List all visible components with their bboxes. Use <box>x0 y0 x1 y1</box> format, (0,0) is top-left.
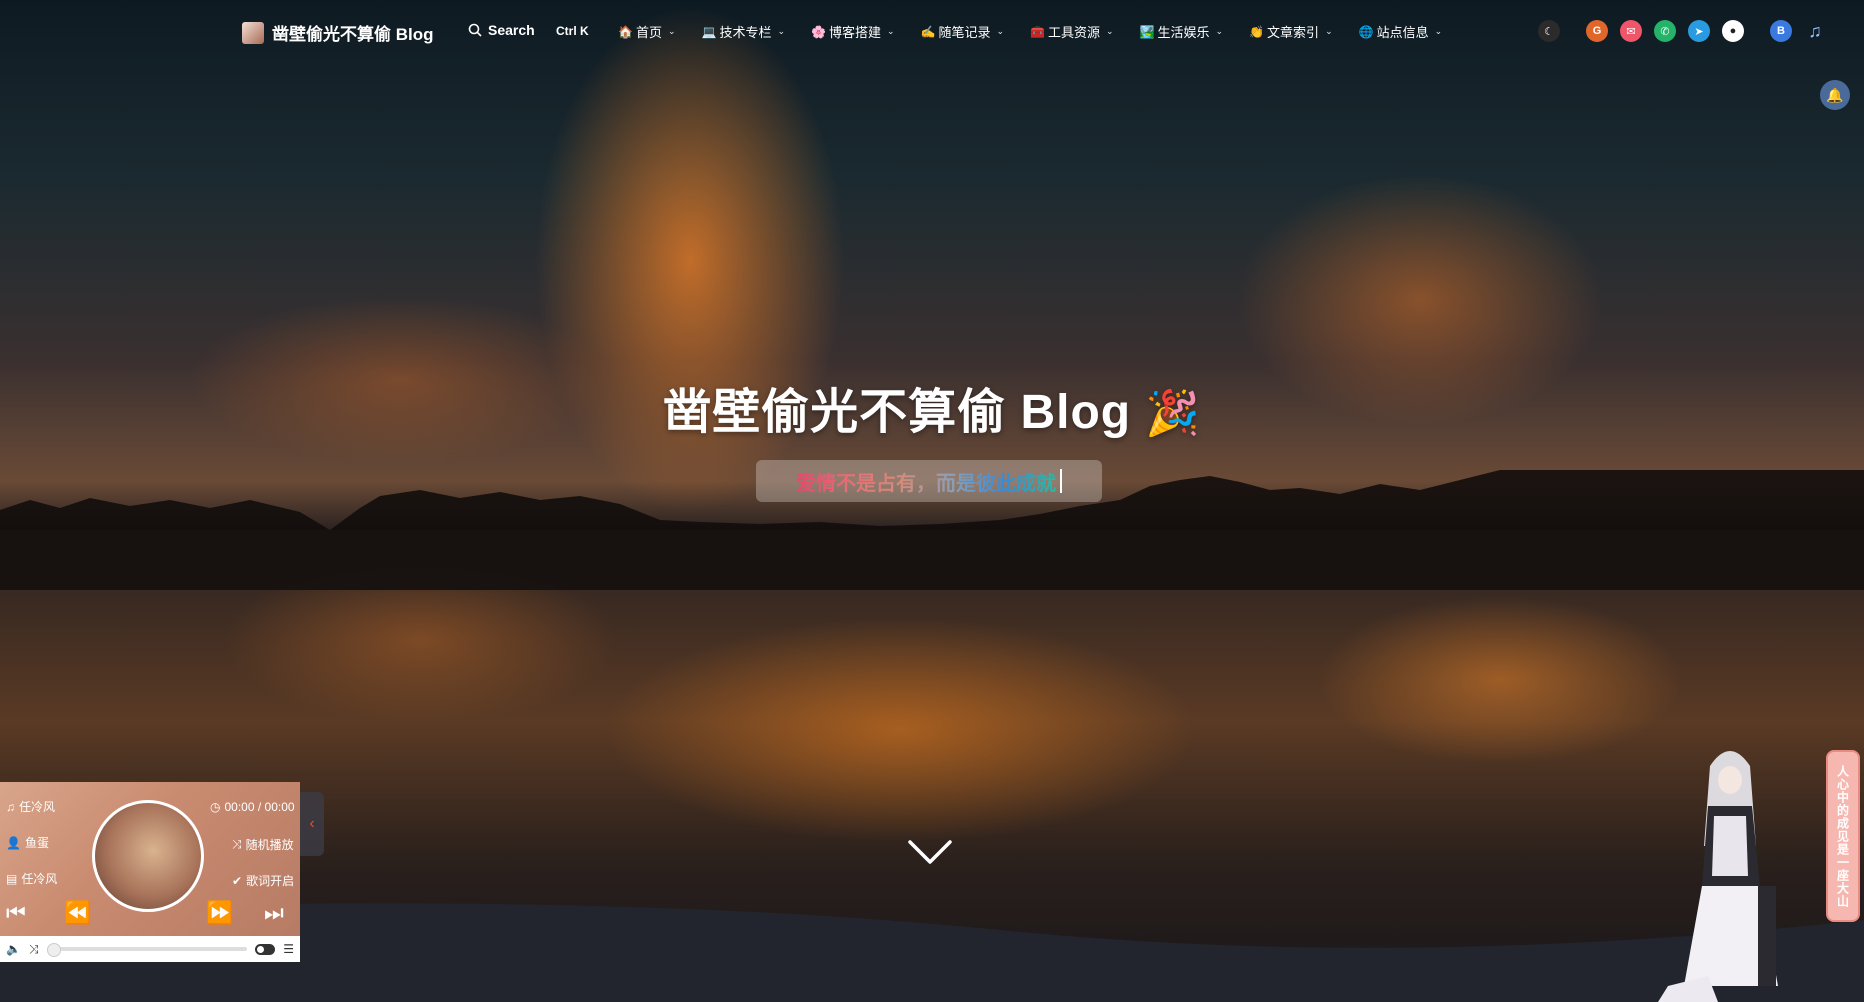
live2d-mascot[interactable] <box>1648 736 1788 1002</box>
menu-item-index[interactable]: 👏 文章索引 ⌄ <box>1249 22 1333 41</box>
site-brand[interactable]: 凿壁偷光不算偷 Blog <box>242 20 434 45</box>
skip-last-icon[interactable]: ⏭ <box>264 900 284 926</box>
album-name: 任冷风 <box>21 872 58 886</box>
menu-item-life[interactable]: 🏞️ 生活娱乐 ⌄ <box>1140 22 1224 41</box>
lyrics-switch[interactable] <box>255 943 276 955</box>
menu-item-notes[interactable]: ✍️ 随笔记录 ⌄ <box>921 22 1005 41</box>
hero-title-wrap: 凿壁偷光不算偷 Blog 🎉 <box>0 372 1864 442</box>
typing-cursor <box>1060 469 1062 493</box>
artist-name: 鱼蛋 <box>24 836 49 850</box>
album-icon: ▤ <box>6 871 18 886</box>
song-info: ♫ 任冷风 <box>6 798 55 815</box>
scroll-down-icon[interactable] <box>908 840 952 866</box>
party-popper-icon: 🎉 <box>1145 389 1201 438</box>
song-title: 任冷风 <box>19 800 56 814</box>
progress-knob[interactable] <box>46 943 61 957</box>
play-mode[interactable]: ⤨ 随机播放 <box>232 836 294 853</box>
gitee-icon[interactable]: G <box>1586 20 1608 42</box>
landscape-icon: 🏞️ <box>1139 24 1155 39</box>
theme-toggle-icon[interactable]: ☾ <box>1538 20 1560 42</box>
player-collapse-button[interactable]: ‹ <box>300 792 324 856</box>
site-title: 凿壁偷光不算偷 Blog <box>272 25 434 44</box>
progress-bar[interactable] <box>46 943 248 957</box>
menu-item-tech[interactable]: 💻 技术专栏 ⌄ <box>702 22 786 41</box>
laptop-icon: 💻 <box>701 24 717 39</box>
side-quote-tag[interactable]: 人心中的成见是一座大山 <box>1826 750 1860 922</box>
rewind-icon[interactable]: ⏪ <box>64 900 91 926</box>
music-note-icon[interactable]: ♫ <box>1804 20 1826 42</box>
menu-item-home[interactable]: 🏠 首页 ⌄ <box>618 22 676 41</box>
globe-icon: 🌐 <box>1358 24 1374 39</box>
fast-forward-icon[interactable]: ⏩ <box>206 900 233 926</box>
email-icon[interactable]: ✉ <box>1620 20 1642 42</box>
toolbox-icon: 🧰 <box>1030 24 1046 39</box>
album-info: ▤ 任冷风 <box>6 870 57 887</box>
player-toolbar: 🔈 ⤨ ☰ <box>0 936 300 962</box>
house-icon: 🏠 <box>618 24 633 39</box>
chevron-left-icon: ‹ <box>309 815 315 832</box>
check-circle-icon: ✔ <box>232 873 243 888</box>
site-logo <box>242 21 264 44</box>
chevron-down-icon: ⌄ <box>996 26 1005 36</box>
skip-first-icon[interactable]: ⏮ <box>6 900 26 926</box>
menu-item-label: 首页 <box>635 25 662 40</box>
bilibili-icon[interactable]: B <box>1770 20 1792 42</box>
music-note-icon: ♫ <box>6 799 15 814</box>
album-cover[interactable] <box>92 800 204 912</box>
menu-item-tools[interactable]: 🧰 工具资源 ⌄ <box>1030 22 1114 41</box>
volume-icon[interactable]: 🔈 <box>6 942 21 956</box>
shuffle-icon: ⤨ <box>232 837 242 851</box>
top-navbar: 凿壁偷光不算偷 Blog Search Ctrl K 🏠 首页 ⌄ 💻 技术专栏… <box>0 0 1864 64</box>
menu-item-blog-build[interactable]: 🌸 博客搭建 ⌄ <box>811 22 895 41</box>
chevron-down-icon: ⌄ <box>777 26 786 36</box>
user-icon: 👤 <box>6 835 21 850</box>
clock-icon: ◷ <box>210 800 221 814</box>
chevron-down-icon: ⌄ <box>1434 26 1443 36</box>
play-mode-label: 随机播放 <box>245 838 294 852</box>
playlist-icon[interactable]: ☰ <box>283 942 294 956</box>
writing-hand-icon: ✍️ <box>920 24 936 39</box>
play-time: 00:00 / 00:00 <box>224 800 295 814</box>
chevron-down-icon: ⌄ <box>887 26 895 36</box>
menu-item-label: 工具资源 <box>1048 25 1101 40</box>
clap-icon: 👏 <box>1249 24 1265 39</box>
chevron-down-icon: ⌄ <box>1325 26 1333 36</box>
github-icon[interactable]: ● <box>1722 20 1744 42</box>
search-shortcut: Ctrl K <box>556 24 589 38</box>
menu-item-label: 技术专栏 <box>719 25 772 40</box>
music-player: ♫ 任冷风 👤 鱼蛋 ▤ 任冷风 ◷ 00:00 / 00:00 ⤨ 随机播放 … <box>0 782 300 962</box>
time-info: ◷ 00:00 / 00:00 <box>210 800 295 814</box>
main-menu: 🏠 首页 ⌄ 💻 技术专栏 ⌄ 🌸 博客搭建 ⌄ ✍️ 随笔记录 ⌄ 🧰 工具资… <box>618 22 1442 41</box>
hero-title: 凿壁偷光不算偷 Blog <box>663 386 1132 439</box>
search-label: Search <box>488 22 535 38</box>
lyrics-label: 歌词开启 <box>246 874 295 888</box>
telegram-icon[interactable]: ➤ <box>1688 20 1710 42</box>
lyrics-toggle[interactable]: ✔ 歌词开启 <box>232 872 294 889</box>
social-links: ☾ G ✉ ✆ ➤ ● B ♫ <box>1538 20 1826 42</box>
menu-item-label: 站点信息 <box>1376 25 1429 40</box>
hero-subtitle: 爱情不是占有，而是彼此成就 <box>796 467 1056 496</box>
artist-info: 👤 鱼蛋 <box>6 834 49 851</box>
shuffle-icon[interactable]: ⤨ <box>29 942 39 957</box>
menu-item-label: 文章索引 <box>1267 25 1320 40</box>
hero-subtitle-box: 爱情不是占有，而是彼此成就 <box>756 460 1102 502</box>
search-icon <box>468 23 482 37</box>
menu-item-label: 生活娱乐 <box>1157 25 1210 40</box>
search-button[interactable]: Search <box>468 22 535 38</box>
menu-item-label: 随笔记录 <box>938 25 991 40</box>
chevron-down-icon: ⌄ <box>1106 26 1114 36</box>
whatsapp-icon[interactable]: ✆ <box>1654 20 1676 42</box>
menu-item-label: 博客搭建 <box>828 25 881 40</box>
page: 凿壁偷光不算偷 Blog Search Ctrl K 🏠 首页 ⌄ 💻 技术专栏… <box>0 0 1864 1002</box>
notification-bell-icon[interactable]: 🔔 <box>1820 80 1850 110</box>
menu-item-site-info[interactable]: 🌐 站点信息 ⌄ <box>1359 22 1443 41</box>
flower-icon: 🌸 <box>811 24 826 39</box>
chevron-down-icon: ⌄ <box>1215 26 1224 36</box>
chevron-down-icon: ⌄ <box>667 26 676 36</box>
